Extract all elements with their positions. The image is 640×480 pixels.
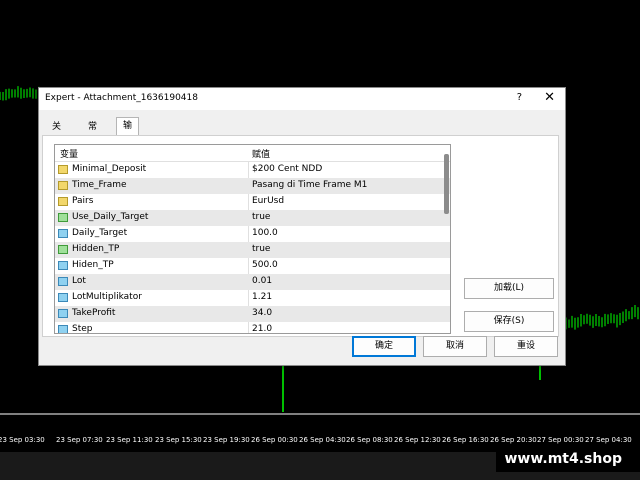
param-value[interactable]: 1.21: [252, 292, 272, 302]
help-button[interactable]: ?: [517, 92, 522, 103]
tab-about[interactable]: 关于: [46, 119, 67, 148]
time-label: 26 Sep 16:30: [442, 436, 489, 444]
numeric-param-icon: [58, 261, 68, 270]
param-value[interactable]: true: [252, 244, 270, 254]
param-value[interactable]: true: [252, 212, 270, 222]
param-name: Hiden_TP: [72, 260, 114, 270]
param-name: Lot: [72, 276, 86, 286]
param-row[interactable]: Minimal_Deposit $200 Cent NDD: [55, 162, 450, 178]
param-value[interactable]: 34.0: [252, 308, 272, 318]
param-row[interactable]: Time_Frame Pasang di Time Frame M1: [55, 178, 450, 194]
param-row[interactable]: Daily_Target 100.0: [55, 226, 450, 242]
candles-left: [0, 86, 40, 101]
param-value[interactable]: $200 Cent NDD: [252, 164, 322, 174]
vertical-scrollbar[interactable]: [444, 154, 449, 329]
ok-button[interactable]: 确定: [352, 336, 416, 357]
column-header-variable: 变量: [60, 150, 79, 160]
scrollbar-thumb[interactable]: [444, 154, 449, 214]
param-row[interactable]: Step 21.0: [55, 322, 450, 334]
time-label: 23 Sep 03:30: [0, 436, 45, 444]
param-value[interactable]: 0.01: [252, 276, 272, 286]
param-row[interactable]: Use_Daily_Target true: [55, 210, 450, 226]
param-row[interactable]: Hiden_TP 500.0: [55, 258, 450, 274]
string-param-icon: [58, 197, 68, 206]
time-label: 23 Sep 19:30: [203, 436, 250, 444]
param-name: Pairs: [72, 196, 94, 206]
bool-param-icon: [58, 245, 68, 254]
time-label: 27 Sep 00:30: [537, 436, 584, 444]
param-row[interactable]: Lot 0.01: [55, 274, 450, 290]
close-button[interactable]: ✕: [544, 90, 555, 105]
column-header-value: 赋值: [252, 150, 271, 160]
params-table: 变量 赋值 Minimal_Deposit $200 Cent NDD Time_F…: [54, 144, 451, 334]
tab-inputs[interactable]: 输入参数: [116, 117, 140, 179]
watermark: www.mt4.shop: [496, 446, 640, 472]
numeric-param-icon: [58, 325, 68, 333]
string-param-icon: [58, 181, 68, 190]
cancel-button[interactable]: 取消: [423, 336, 487, 357]
param-row[interactable]: TakeProfit 34.0: [55, 306, 450, 322]
dialog-titlebar[interactable]: Expert - Attachment_1636190418 ? ✕: [39, 88, 565, 110]
param-name: LotMultiplikator: [72, 292, 142, 302]
numeric-param-icon: [58, 229, 68, 238]
candles-right: [559, 305, 639, 330]
time-label: 23 Sep 11:30: [106, 436, 153, 444]
bool-param-icon: [58, 213, 68, 222]
candles-mid: [282, 364, 541, 412]
time-label: 26 Sep 20:30: [490, 436, 537, 444]
save-button[interactable]: 保存(S): [464, 311, 554, 332]
time-label: 26 Sep 08:30: [346, 436, 393, 444]
param-name: TakeProfit: [72, 308, 116, 318]
table-header: 变量 赋值: [55, 145, 450, 162]
tab-common[interactable]: 常用: [82, 119, 103, 148]
string-param-icon: [58, 165, 68, 174]
param-value[interactable]: EurUsd: [252, 196, 284, 206]
time-label: 26 Sep 00:30: [251, 436, 298, 444]
time-label: 23 Sep 07:30: [56, 436, 103, 444]
numeric-param-icon: [58, 309, 68, 318]
param-name: Hidden_TP: [72, 244, 120, 254]
numeric-param-icon: [58, 293, 68, 302]
time-label: 26 Sep 04:30: [299, 436, 346, 444]
reset-button[interactable]: 重设: [494, 336, 558, 357]
param-value[interactable]: 21.0: [252, 324, 272, 333]
time-label: 26 Sep 12:30: [394, 436, 441, 444]
param-value[interactable]: 500.0: [252, 260, 278, 270]
expert-properties-dialog: Expert - Attachment_1636190418 ? ✕ 关于 常用…: [38, 87, 566, 366]
param-row[interactable]: LotMultiplikator 1.21: [55, 290, 450, 306]
param-name: Time_Frame: [72, 180, 127, 190]
param-name: Use_Daily_Target: [72, 212, 149, 222]
param-name: Minimal_Deposit: [72, 164, 147, 174]
param-value[interactable]: Pasang di Time Frame M1: [252, 180, 367, 190]
load-button[interactable]: 加载(L): [464, 278, 554, 299]
param-name: Step: [72, 324, 93, 334]
time-label: 23 Sep 15:30: [155, 436, 202, 444]
inputs-panel: 变量 赋值 Minimal_Deposit $200 Cent NDD Time_F…: [42, 135, 559, 337]
param-name: Daily_Target: [72, 228, 128, 238]
param-value[interactable]: 100.0: [252, 228, 278, 238]
dialog-title: Expert - Attachment_1636190418: [45, 93, 198, 103]
param-row[interactable]: Pairs EurUsd: [55, 194, 450, 210]
param-row[interactable]: Hidden_TP true: [55, 242, 450, 258]
numeric-param-icon: [58, 277, 68, 286]
time-label: 27 Sep 04:30: [585, 436, 632, 444]
